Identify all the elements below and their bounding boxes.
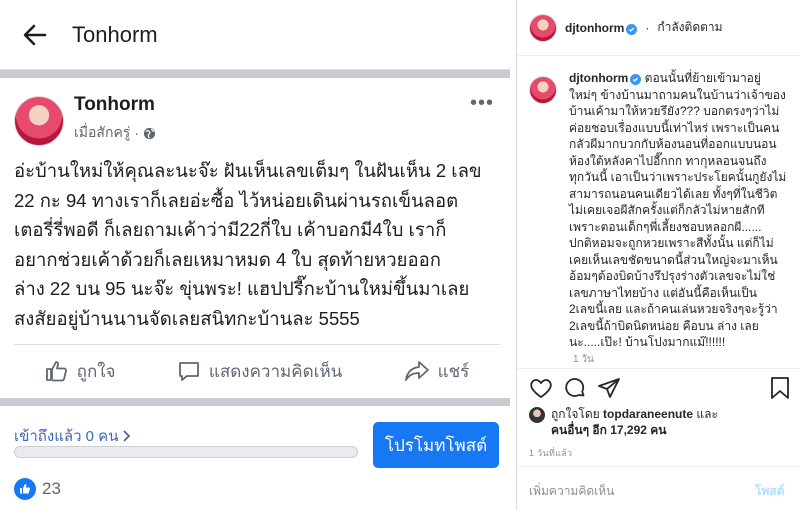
author-name[interactable]: Tonhorm <box>74 94 155 116</box>
like-count: 23 <box>42 479 61 498</box>
comment-icon <box>178 362 199 381</box>
like-button[interactable]: ถูกใจ <box>45 358 116 385</box>
reach-text: เข้าถึงแล้ว 0 คน <box>14 428 119 445</box>
liker-username[interactable]: topdaraneenute <box>603 407 693 421</box>
chevron-right-icon <box>123 430 131 442</box>
caption-line: ห้องใต้หลังคาไปอี๊กกก ทากุหลอนจนถึง <box>569 153 767 168</box>
post-date: 1 วันที่แล้ว <box>529 448 573 458</box>
divider <box>0 70 510 78</box>
username[interactable]: djtonhorm <box>565 20 638 35</box>
post-text: อ่ะบ้านใหม่ให้คุณละนะจ๊ะ ฝันเห็นเลขเต็มๆ… <box>14 156 500 333</box>
liker-avatar[interactable] <box>529 407 545 423</box>
timestamp-separator: · <box>134 125 139 141</box>
ig-header: djtonhorm · กำลังติดตาม <box>517 0 800 56</box>
post-text-line: อยากช่วยเค้าด้วยก็เลยเหมาหมด 4 ใบ สุดท้า… <box>14 248 441 270</box>
caption-line: นะ.....เป๊ะ! บ้านโปงมากแม๊!!!!!! <box>569 335 726 349</box>
liked-by: ถูกใจโดย topdaraneenute และ คนอื่นๆ อีก … <box>529 406 718 438</box>
post-text-line: เตอรี่รี่พอดี ก็เลยถามเค้าว่ามี22กี่ใบ เ… <box>14 219 447 240</box>
comment-label: แสดงความคิดเห็น <box>208 361 343 381</box>
caption-line: ไม่เคยเจอผีสักครั้งแต่ก็กลัวไม่หายสักที <box>569 203 765 217</box>
back-arrow-icon <box>23 24 47 45</box>
add-comment-input[interactable]: เพิ่มความคิดเห็น <box>529 482 614 501</box>
liked-by-others[interactable]: คนอื่นๆ อีก 17,292 คน <box>551 423 667 437</box>
verified-badge-icon <box>630 74 642 85</box>
caption-username[interactable]: djtonhorm <box>569 71 628 85</box>
share-label: แชร์ <box>437 361 470 381</box>
caption-line: บ้านเค้ามาให้หวยรึยัง??? บอกตรงๆว่าไม่ <box>569 104 780 118</box>
follow-separator: · <box>645 20 650 35</box>
more-options-icon[interactable]: ••• <box>470 92 494 115</box>
instagram-panel: djtonhorm · กำลังติดตาม djtonhorm ตอนนั้… <box>516 0 800 510</box>
avatar[interactable] <box>529 13 557 42</box>
author-avatar[interactable] <box>14 96 64 146</box>
caption-line: เลขภาษาไทยบ้าง แต่อันนี้คือเห็นเป็น <box>569 285 757 300</box>
post-text-line: อ่ะบ้านใหม่ให้คุณละนะจ๊ะ ฝันเห็นเลขเต็มๆ… <box>14 160 482 181</box>
reaction-count[interactable]: 23 <box>14 478 61 500</box>
caption-line: เพราะตอนเด็กๆพี่เลี้ยงชอบหลอกผี...... <box>569 219 762 234</box>
caption-line: สามารถนอนคนเดียวได้เลย ทั้งๆที่ในชีวิต <box>569 186 778 201</box>
divider <box>14 344 500 345</box>
caption-line: กลัวผีมากบวกกับห้องนอนที่ออกแบบนอน <box>569 137 777 151</box>
reach-progress-bar <box>14 446 358 458</box>
reach-link[interactable]: เข้าถึงแล้ว 0 คน <box>14 424 131 448</box>
post-comment-button[interactable]: โพสต์ <box>755 482 784 501</box>
timestamp-text: เมื่อสักครู่ <box>74 124 131 140</box>
caption-line: ค่อยชอบเรื่องแบบนี้เท่าไหร่ เพราะเป็นคน <box>569 120 780 135</box>
caption-line: 2เลขนี้เลย และถ้าคนเล่นหวยจริงๆจะรู้ว่า <box>569 302 778 316</box>
heart-icon[interactable] <box>529 376 553 400</box>
caption-line: 2เลขนี้ถ้าบิดนิดหน่อย คือบน ล่าง เลย <box>569 318 759 333</box>
caption-age: 1 วัน <box>573 354 594 365</box>
share-icon[interactable] <box>597 376 621 400</box>
post-text-line: สงสัยอยู่บ้านนานจัดเลยสนิทกะบ้านละ 5555 <box>14 307 360 329</box>
caption-line: อ้อมๆต้องบิดบ้างรึปรุงร่างตัวเลขจะไม่ใช่ <box>569 269 776 283</box>
comment-icon[interactable] <box>563 376 587 400</box>
divider <box>0 398 510 406</box>
page-title: Tonhorm <box>72 21 158 47</box>
post-actions: ถูกใจ แสดงความคิดเห็น แชร์ <box>14 348 500 394</box>
divider <box>517 368 800 369</box>
top-bar: Tonhorm <box>0 0 510 70</box>
caption-avatar[interactable] <box>529 76 557 104</box>
post-text-line: ล่าง 22 บน 95 นะจ๊ะ ขุ่นพระ! แฮปปรี๊กะบ้… <box>14 278 470 299</box>
like-label: ถูกใจ <box>76 361 116 381</box>
like-badge-icon <box>14 478 36 500</box>
post-timestamp[interactable]: เมื่อสักครู่ · <box>74 122 156 144</box>
facebook-post-panel: Tonhorm Tonhorm เมื่อสักครู่ · ••• อ่ะบ้… <box>0 0 510 510</box>
comment-button[interactable]: แสดงความคิดเห็น <box>177 358 342 385</box>
caption-line: เคยเห็นเลขชัดขนาดนี้ส่วนใหญ่จะมาเห็น <box>569 252 778 267</box>
share-icon <box>404 361 429 381</box>
ig-action-bar <box>529 376 791 402</box>
divider <box>517 466 800 467</box>
username-text: djtonhorm <box>565 20 625 35</box>
verified-badge-icon <box>626 23 638 35</box>
following-button[interactable]: กำลังติดตาม <box>657 18 722 37</box>
share-button[interactable]: แชร์ <box>404 358 470 385</box>
liked-by-prefix: ถูกใจโดย <box>551 407 600 421</box>
boost-post-button[interactable]: โปรโมทโพสต์ <box>373 422 499 468</box>
back-button[interactable] <box>0 0 70 70</box>
bookmark-icon[interactable] <box>769 376 791 400</box>
caption-line: ปกติหอมจะถูกหวยเพราะสีทั้งนั้น แต่ก็ไม่ <box>569 236 774 250</box>
post-text-line: 22 กะ 94 ทางเราก็เลยอ่ะซื้อ ไว้หน่อยเดิน… <box>14 189 459 211</box>
thumbs-up-icon <box>45 361 67 382</box>
caption-text: djtonhorm ตอนนั้นที่ย้ายเข้ามาอยู่ ใหม่ๆ… <box>569 70 800 351</box>
liked-by-and: และ <box>696 407 718 421</box>
caption-line: ใหม่ๆ ข้างบ้านมาถามคนในบ้านว่าเจ้าของ <box>569 87 786 102</box>
caption-line: ตอนนั้นที่ย้ายเข้ามาอยู่ <box>644 71 761 85</box>
caption-line: ทุกวันนี้ เอาเป็นว่าเพราะประโยคนั้นกูยัง… <box>569 170 787 184</box>
globe-icon <box>143 127 156 139</box>
